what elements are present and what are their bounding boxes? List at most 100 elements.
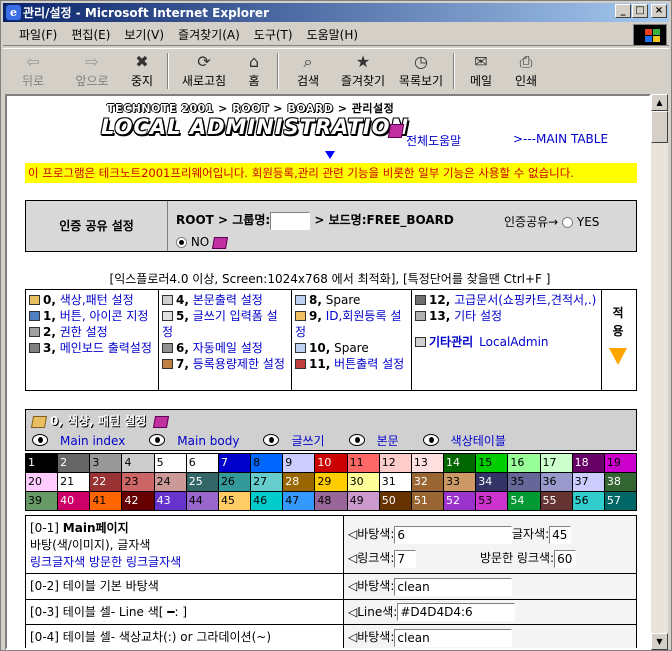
help-book-icon[interactable] xyxy=(212,236,229,249)
palette-cell[interactable]: 14 xyxy=(444,454,476,472)
toolbar-back-arrow-button[interactable]: ⇦ 뒤로 xyxy=(3,50,63,92)
scroll-down-button[interactable]: ▼ xyxy=(651,633,668,650)
menu-item[interactable]: 8, Spare xyxy=(295,292,408,308)
palette-cell[interactable]: 25 xyxy=(186,473,218,491)
palette-cell[interactable]: 8 xyxy=(251,454,283,472)
menu-item[interactable]: 6, 자동메일 설정 xyxy=(162,340,288,356)
toolbar-print-button[interactable]: ⎙ 인쇄 xyxy=(503,50,549,92)
close-button[interactable]: × xyxy=(651,4,667,18)
palette-cell[interactable]: 1 xyxy=(26,454,58,472)
palette-cell[interactable]: 38 xyxy=(604,473,636,491)
toolbar-refresh-button[interactable]: ⟳ 새로고침 xyxy=(173,50,235,92)
toolbar-favorites-button[interactable]: ★ 즐겨찾기 xyxy=(333,50,393,92)
palette-cell[interactable]: 51 xyxy=(411,492,444,510)
palette-cell[interactable]: 41 xyxy=(90,492,122,510)
palette-cell[interactable]: 2 xyxy=(58,454,90,472)
menu-item[interactable]: 7, 등록용량제한 설정 xyxy=(162,356,288,372)
field-input[interactable]: #D4D4D4:6 xyxy=(397,603,516,621)
menu-item[interactable]: 11, 버튼출력 설정 xyxy=(295,356,408,372)
share-no-radio[interactable] xyxy=(176,237,187,248)
palette-cell[interactable]: 28 xyxy=(283,473,315,491)
menu-item[interactable]: 3, 메인보드 출력설정 xyxy=(29,340,155,356)
palette-cell[interactable]: 9 xyxy=(283,454,315,472)
palette-cell[interactable]: 7 xyxy=(218,454,251,472)
palette-cell[interactable]: 36 xyxy=(540,473,572,491)
menu-help[interactable]: 도움말(H) xyxy=(307,26,359,43)
palette-cell[interactable]: 47 xyxy=(283,492,315,510)
palette-cell[interactable]: 3 xyxy=(90,454,122,472)
menu-favorites[interactable]: 즐겨찾기(A) xyxy=(178,26,240,43)
section-link[interactable]: 색상테이블 xyxy=(422,434,518,448)
menu-item[interactable]: 9, ID,회원등록 설정 xyxy=(295,308,408,340)
menu-item[interactable]: 13, 기타 설정 xyxy=(415,308,598,324)
toolbar-search-button[interactable]: ⌕ 검색 xyxy=(283,50,333,92)
palette-cell[interactable]: 27 xyxy=(251,473,283,491)
menu-file[interactable]: 파일(F) xyxy=(19,26,57,43)
menu-item[interactable]: 2, 권한 설정 xyxy=(29,324,155,340)
palette-cell[interactable]: 11 xyxy=(347,454,379,472)
palette-cell[interactable]: 48 xyxy=(315,492,347,510)
palette-cell[interactable]: 43 xyxy=(154,492,186,510)
menu-view[interactable]: 보기(V) xyxy=(124,26,164,43)
palette-cell[interactable]: 29 xyxy=(315,473,347,491)
menu-tools[interactable]: 도구(T) xyxy=(254,26,293,43)
palette-cell[interactable]: 30 xyxy=(347,473,379,491)
palette-cell[interactable]: 24 xyxy=(154,473,186,491)
palette-cell[interactable]: 35 xyxy=(508,473,540,491)
help-book-icon[interactable] xyxy=(387,124,405,138)
palette-cell[interactable]: 23 xyxy=(122,473,154,491)
palette-cell[interactable]: 6 xyxy=(186,454,218,472)
palette-cell[interactable]: 40 xyxy=(58,492,90,510)
section-link[interactable]: 글쓰기 xyxy=(263,434,336,448)
toolbar-mail-button[interactable]: ✉ 메일 xyxy=(459,50,503,92)
field-input[interactable]: 6 xyxy=(394,525,513,544)
toolbar-forward-arrow-button[interactable]: ⇨ 앞으로 xyxy=(63,50,121,92)
palette-cell[interactable]: 13 xyxy=(411,454,444,472)
field-input[interactable]: 7 xyxy=(394,549,417,568)
palette-cell[interactable]: 10 xyxy=(315,454,347,472)
palette-cell[interactable]: 15 xyxy=(476,454,508,472)
palette-cell[interactable]: 49 xyxy=(347,492,379,510)
section-link[interactable]: Main body xyxy=(149,434,251,448)
palette-cell[interactable]: 21 xyxy=(58,473,90,491)
palette-cell[interactable]: 56 xyxy=(572,492,604,510)
title-bar[interactable]: e 관리/설정 - Microsoft Internet Explorer _ … xyxy=(3,3,669,22)
palette-cell[interactable]: 31 xyxy=(379,473,411,491)
palette-cell[interactable]: 50 xyxy=(379,492,411,510)
section-link[interactable]: Main index xyxy=(32,434,137,448)
palette-cell[interactable]: 39 xyxy=(26,492,58,510)
menu-edit[interactable]: 편집(E) xyxy=(71,26,110,43)
palette-cell[interactable]: 17 xyxy=(540,454,572,472)
field-input[interactable]: clean xyxy=(394,577,513,596)
menu-item[interactable]: 0, 색상,패턴 설정 xyxy=(29,292,155,308)
group-name-input[interactable] xyxy=(270,211,311,230)
palette-cell[interactable]: 37 xyxy=(572,473,604,491)
maximize-button[interactable]: □ xyxy=(632,4,648,18)
palette-cell[interactable]: 33 xyxy=(444,473,476,491)
menu-item[interactable]: 1, 버튼, 아이콘 지정 xyxy=(29,308,155,324)
palette-cell[interactable]: 18 xyxy=(572,454,604,472)
menu-item[interactable]: 기타관리 LocalAdmin xyxy=(415,334,598,350)
menu-item[interactable]: 5, 글쓰기 입력폼 설정 xyxy=(162,308,288,340)
toolbar-stop-button[interactable]: ✖ 중지 xyxy=(121,50,163,92)
palette-cell[interactable]: 20 xyxy=(26,473,58,491)
palette-cell[interactable]: 54 xyxy=(508,492,540,510)
scroll-up-button[interactable]: ▲ xyxy=(651,94,668,111)
field-input[interactable]: 60 xyxy=(554,549,577,568)
palette-cell[interactable]: 26 xyxy=(218,473,251,491)
local-admin-link[interactable]: LocalAdmin xyxy=(479,335,548,349)
menu-item[interactable]: 4, 본문출력 설정 xyxy=(162,292,288,308)
palette-cell[interactable]: 12 xyxy=(379,454,411,472)
palette-cell[interactable]: 34 xyxy=(476,473,508,491)
field-input[interactable]: 45 xyxy=(549,525,572,544)
minimize-button[interactable]: _ xyxy=(615,4,631,18)
palette-cell[interactable]: 46 xyxy=(251,492,283,510)
palette-cell[interactable]: 45 xyxy=(218,492,251,510)
toolbar-history-button[interactable]: ◷ 목록보기 xyxy=(393,50,449,92)
palette-cell[interactable]: 42 xyxy=(122,492,154,510)
palette-cell[interactable]: 57 xyxy=(604,492,636,510)
menu-item[interactable]: 12, 고급문서(쇼핑카트,견적서,.) xyxy=(415,292,598,308)
palette-cell[interactable]: 22 xyxy=(90,473,122,491)
palette-cell[interactable]: 55 xyxy=(540,492,572,510)
help-book-icon[interactable] xyxy=(153,415,170,428)
